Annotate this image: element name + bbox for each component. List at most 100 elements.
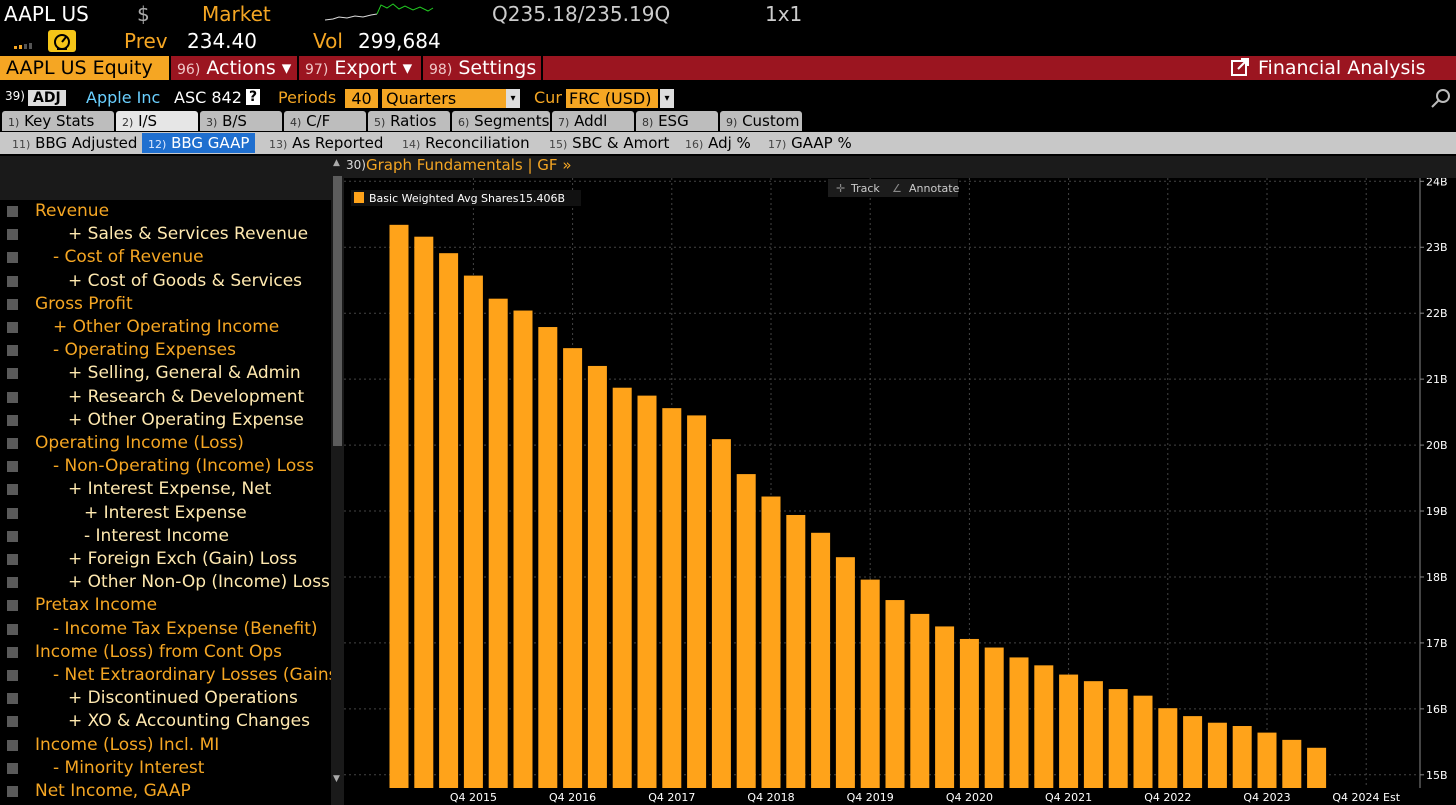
subtab-sbc-amort[interactable]: 15) SBC & Amort [543,133,675,153]
line-item-label: Income (Loss) from Cont Ops [35,641,283,662]
subtab-bbg-adjusted[interactable]: 11) BBG Adjusted [6,133,143,153]
line-item-checkbox[interactable] [7,600,18,612]
adj-button[interactable]: ADJ [28,90,66,106]
line-item-checkbox[interactable] [7,554,18,565]
line-item[interactable]: Revenue [0,200,331,223]
line-item-checkbox[interactable] [7,414,18,426]
subtab-adj-pct[interactable]: 16) Adj % [679,133,757,153]
line-item[interactable]: Income (Loss) Incl. MI [0,734,331,757]
line-item-checkbox[interactable] [7,739,18,751]
settings-button[interactable]: 98) Settings [423,56,543,80]
line-item-checkbox[interactable] [7,623,18,635]
line-item[interactable]: + Discontinued Operations [0,687,331,710]
line-item[interactable]: + Cost of Goods & Services [0,270,331,293]
tab-ratios[interactable]: 5) Ratios [368,111,450,131]
subtab-reconciliation[interactable]: 14) Reconciliation [396,133,536,153]
actions-button[interactable]: 96) Actions ▾ [171,56,299,80]
line-item-checkbox[interactable] [7,206,18,217]
line-item[interactable]: Operating Income (Loss) [0,432,331,455]
tab-addl[interactable]: 7) Addl [552,111,634,131]
line-item-checkbox[interactable] [7,345,18,357]
line-item[interactable]: - Non-Operating (Income) Loss [0,455,331,478]
line-item[interactable]: + Interest Expense [0,502,331,525]
line-item-checkbox[interactable] [7,391,18,403]
zoom-icon[interactable] [1428,88,1452,110]
line-item[interactable]: + Interest Expense, Net [0,478,331,501]
export-label: Export ▾ [334,57,413,79]
track-icon[interactable]: ✛ [836,182,845,195]
currency-select[interactable]: FRC (USD) [566,89,658,108]
line-item[interactable]: - Interest Income [0,525,331,548]
line-item[interactable]: + Research & Development [0,386,331,409]
line-item-checkbox[interactable] [7,577,18,589]
scroll-up-icon[interactable]: ▲ [333,158,340,168]
line-item[interactable]: Gross Profit [0,293,331,316]
quote-header: AAPL US $ Market Q235.18/235.19Q 1x1 Pre… [0,0,1456,56]
line-item[interactable]: Net Income, GAAP [0,780,331,803]
line-item[interactable]: + Sales & Services Revenue [0,223,331,246]
tab-bs[interactable]: 3) B/S [200,111,282,131]
subtab-as-reported[interactable]: 13) As Reported [263,133,389,153]
line-item[interactable]: Pretax Income [0,594,331,617]
line-item[interactable]: - Minority Interest [0,757,331,780]
subtab-label: BBG Adjusted [35,134,138,152]
line-item-checkbox[interactable] [7,275,18,287]
line-item[interactable]: + Other Operating Income [0,316,331,339]
line-item[interactable]: - Net Extraordinary Losses (Gains [0,664,331,687]
line-item-checkbox[interactable] [7,716,18,728]
line-item-checkbox[interactable] [7,693,18,705]
line-item-checkbox[interactable] [7,368,18,380]
line-item-checkbox[interactable] [7,461,18,473]
line-item[interactable]: + Foreign Exch (Gain) Loss [0,548,331,571]
line-item[interactable]: + Other Operating Expense [0,409,331,432]
scroll-down-icon[interactable]: ▼ [333,774,340,784]
line-item-checkbox[interactable] [7,786,18,797]
line-item-checkbox[interactable] [7,438,18,449]
subtab-bbg-gaap[interactable]: 12) BBG GAAP [142,133,256,153]
help-button[interactable]: ? [246,89,261,105]
periods-type-select[interactable]: Quarters [382,89,506,108]
line-item-checkbox[interactable] [7,298,18,310]
subtab-gaap-pct[interactable]: 17) GAAP % [762,133,858,153]
security-field[interactable]: AAPL US Equity [0,56,171,80]
line-item-checkbox[interactable] [7,322,18,333]
annotate-button[interactable]: Annotate [909,182,960,195]
line-item-checkbox[interactable] [7,229,18,241]
tab-key-stats[interactable]: 1) Key Stats [2,111,114,131]
line-item[interactable]: Income (Loss) from Cont Ops [0,641,331,664]
periods-dropdown-icon[interactable]: ▾ [506,89,520,108]
tab-cf[interactable]: 4) C/F [284,111,366,131]
line-item[interactable]: - Operating Expenses [0,339,331,362]
tab-esg[interactable]: 8) ESG [636,111,718,131]
periods-count-input[interactable]: 40 [345,89,378,108]
line-item[interactable]: - Cost of Revenue [0,246,331,269]
line-item-checkbox[interactable] [7,252,18,264]
line-item-checkbox[interactable] [7,484,18,496]
tab-segments[interactable]: 6) Segments [452,111,550,131]
scrollbar-thumb[interactable] [333,176,342,446]
line-item-label: - Operating Expenses [53,340,236,361]
tab-label: C/F [306,112,331,130]
line-item[interactable]: + Selling, General & Admin [0,362,331,385]
line-item-checkbox[interactable] [7,507,18,519]
line-item[interactable]: - Income Tax Expense (Benefit) [0,618,331,641]
graph-fundamentals-link[interactable]: Graph Fundamentals | GF » [366,156,572,174]
line-item-checkbox[interactable] [7,762,18,774]
x-tick-label: Q4 2020 [946,791,993,804]
gauge-icon[interactable] [48,30,76,52]
line-item-checkbox[interactable] [7,646,18,658]
tab-custom[interactable]: 9) Custom [720,111,802,131]
tab-num: 3) [206,116,218,129]
y-tick-label: 19B [1426,505,1448,518]
line-item-checkbox[interactable] [7,670,18,681]
tab-is[interactable]: 2) I/S [116,111,198,131]
currency-dropdown-icon[interactable]: ▾ [660,89,674,108]
line-item[interactable]: + Other Non-Op (Income) Loss [0,571,331,594]
track-button[interactable]: Track [850,182,880,195]
export-button[interactable]: 97) Export ▾ [299,56,423,80]
annotate-icon[interactable]: ∠ [892,182,902,195]
line-item-label: + Sales & Services Revenue [68,224,309,245]
line-item[interactable]: + XO & Accounting Changes [0,710,331,733]
financial-analysis-button[interactable]: Financial Analysis [1224,56,1450,80]
line-item-checkbox[interactable] [7,530,18,542]
